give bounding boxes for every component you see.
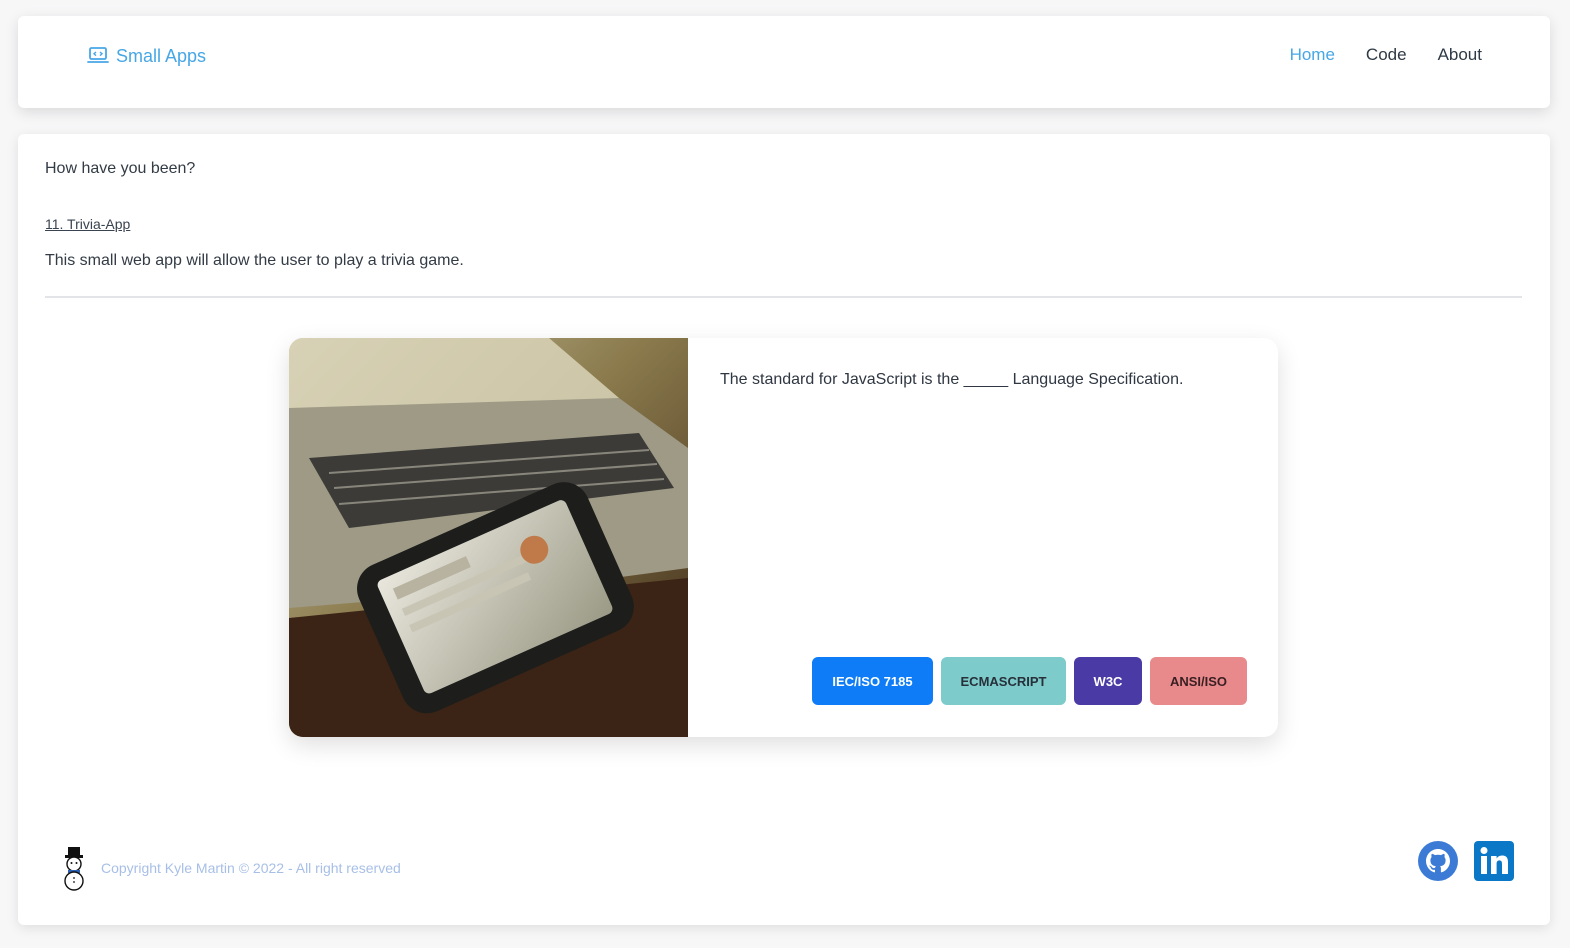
laptop-code-icon — [87, 47, 109, 63]
brand-link[interactable]: Small Apps — [86, 44, 206, 68]
app-description: This small web app will allow the user t… — [45, 252, 464, 269]
main-content: How have you been? 11. Trivia-App This s… — [18, 134, 1550, 925]
copyright-text: Copyright Kyle Martin © 2022 - All right… — [101, 860, 401, 876]
answer-button-ecmascript[interactable]: ECMASCRIPT — [941, 657, 1066, 705]
answer-button-iec-iso-7185[interactable]: IEC/ISO 7185 — [812, 657, 933, 705]
snowman-logo-icon — [64, 847, 84, 891]
answer-button-w3c[interactable]: W3C — [1074, 657, 1142, 705]
nav-about-link[interactable]: About — [1438, 45, 1482, 65]
greeting-text: How have you been? — [45, 160, 196, 177]
answer-button-ansi-iso[interactable]: ANSI/ISO — [1150, 657, 1247, 705]
github-icon[interactable] — [1417, 840, 1459, 882]
nav-code-link[interactable]: Code — [1366, 45, 1407, 65]
phone-laptop-photo — [289, 338, 688, 737]
linkedin-icon[interactable] — [1473, 840, 1515, 882]
trivia-card: The standard for JavaScript is the _____… — [289, 338, 1278, 737]
divider — [45, 296, 1522, 298]
nav-links: Home Code About — [1290, 45, 1482, 65]
answer-options: IEC/ISO 7185 ECMASCRIPT W3C ANSI/ISO — [812, 657, 1247, 705]
trivia-question: The standard for JavaScript is the _____… — [720, 371, 1184, 388]
brand-label: Small Apps — [116, 45, 207, 66]
navbar: Small Apps Home Code About — [18, 16, 1550, 108]
nav-home-link[interactable]: Home — [1290, 45, 1335, 65]
trivia-app-link[interactable]: 11. Trivia-App — [45, 216, 130, 232]
